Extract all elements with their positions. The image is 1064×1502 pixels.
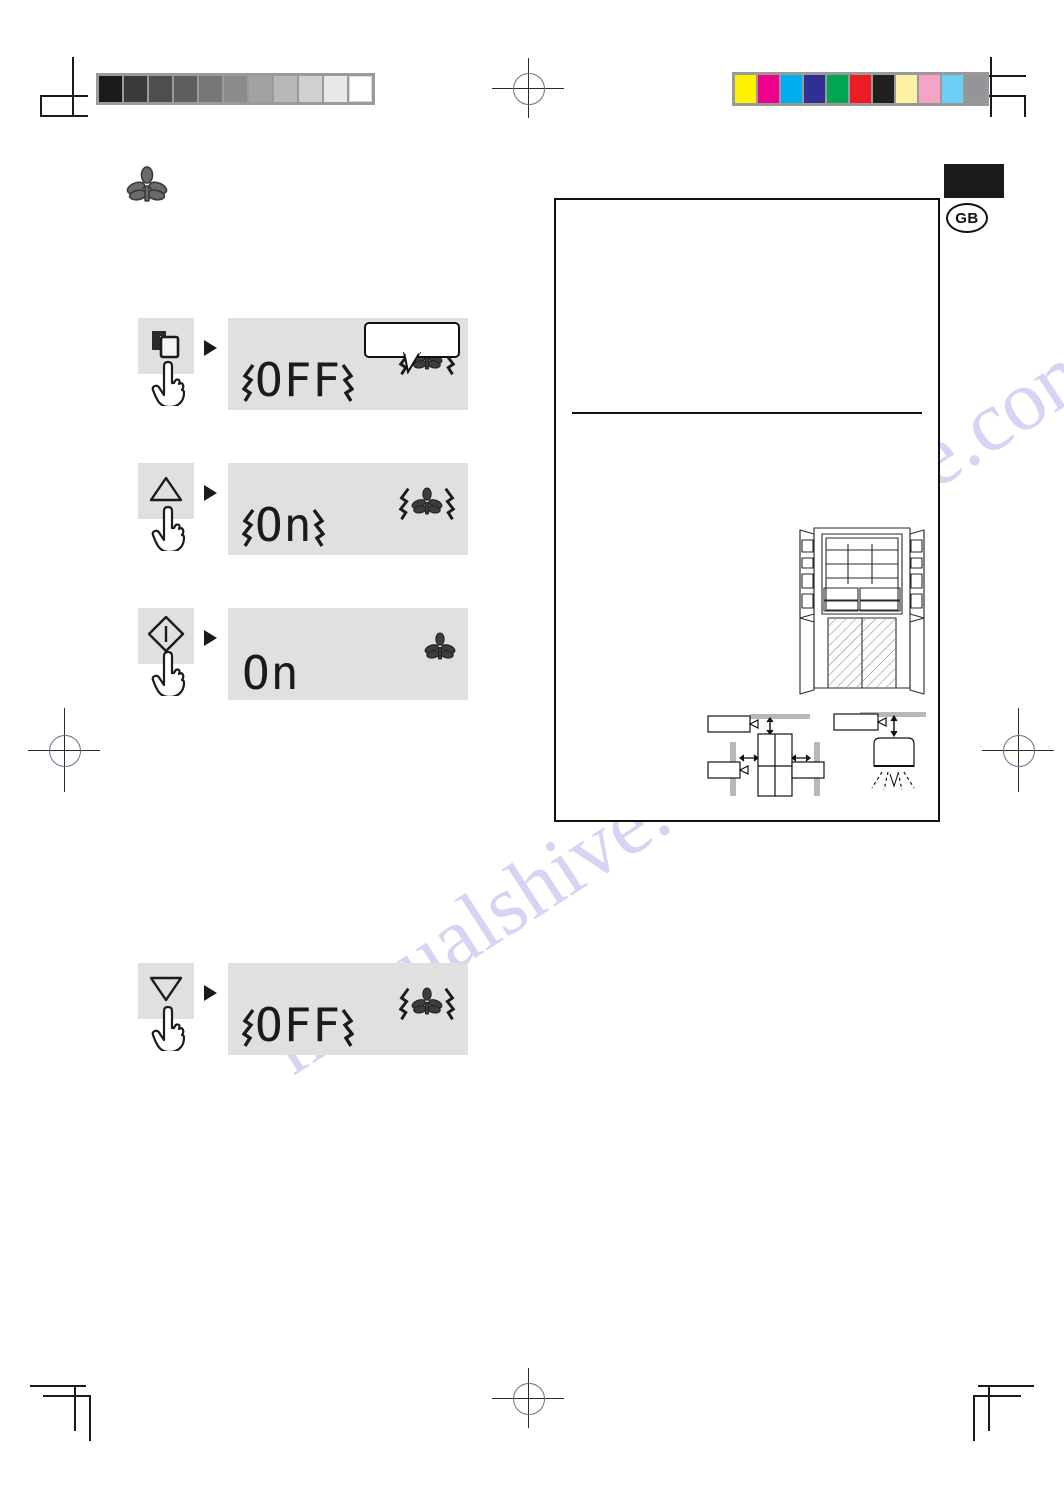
step-down-display-value: OFF (242, 1002, 355, 1052)
grayscale-swatch-9 (324, 76, 347, 102)
flash-bracket-right-icon (444, 988, 456, 1021)
step-up-status-icon (398, 487, 456, 521)
grayscale-swatch-6 (249, 76, 272, 102)
display-text: OFF (255, 997, 342, 1052)
color-swatch-0 (735, 75, 756, 103)
step-up: On (138, 463, 468, 563)
manual-page: manualshive.com manualshive.com (0, 0, 1064, 1502)
hand-pointer-icon (151, 505, 186, 554)
flash-bracket-right-icon (341, 1009, 355, 1047)
step-set-display-value: On (242, 650, 299, 696)
grayscale-density-strip (96, 73, 375, 105)
grayscale-swatch-1 (124, 76, 147, 102)
color-swatch-1 (758, 75, 779, 103)
hand-pointer-icon (151, 1005, 186, 1054)
flash-bracket-right-icon (444, 488, 456, 521)
flash-bracket-left-icon (398, 488, 410, 521)
section-leaf-icon (126, 166, 168, 209)
display-text: On (242, 646, 300, 700)
play-arrow-icon (204, 630, 217, 646)
grayscale-swatch-8 (299, 76, 322, 102)
info-panel (554, 198, 940, 822)
registration-mark-left (28, 708, 100, 792)
flash-bracket-right-icon (313, 509, 326, 547)
play-arrow-icon (204, 340, 217, 356)
step-mode: OFF (138, 318, 468, 418)
language-badge: GB (946, 203, 988, 233)
registration-mark-top (492, 58, 564, 118)
grayscale-swatch-4 (199, 76, 222, 102)
callout-text (366, 324, 458, 330)
step-down-status-icon (398, 987, 456, 1021)
color-swatch-8 (919, 75, 940, 103)
step-down: OFF (138, 963, 468, 1063)
step-set-status-icon (424, 632, 456, 666)
refrigerator-open-doors-diagram (788, 518, 936, 705)
flash-bracket-right-icon (341, 364, 355, 402)
step-up-display-value: On (242, 502, 326, 552)
flash-bracket-left-icon (242, 1009, 255, 1047)
callout-tail (402, 350, 424, 379)
hand-pointer-icon (148, 505, 192, 554)
color-swatch-6 (873, 75, 894, 103)
registration-mark-bottom (492, 1368, 564, 1428)
triangle-up-icon (149, 475, 183, 508)
grayscale-swatch-10 (349, 76, 372, 102)
black-density-patch (944, 164, 1004, 198)
color-swatch-9 (942, 75, 963, 103)
color-swatch-2 (781, 75, 802, 103)
triangle-down-icon (149, 975, 183, 1008)
step-up-display: On (228, 463, 468, 555)
hand-pointer-icon (151, 360, 186, 409)
step-down-display: OFF (228, 963, 468, 1055)
display-text: On (255, 497, 313, 552)
leaf-icon (411, 987, 443, 1021)
step-mode-display-value: OFF (242, 357, 355, 407)
hand-pointer-icon (148, 360, 192, 409)
step-set-display: On (228, 608, 468, 700)
flash-bracket-left-icon (398, 988, 410, 1021)
color-swatch-3 (804, 75, 825, 103)
leaf-icon (411, 487, 443, 521)
color-swatch-10 (965, 75, 986, 103)
display-text: OFF (255, 352, 342, 407)
color-swatch-7 (896, 75, 917, 103)
flash-bracket-left-icon (242, 509, 255, 547)
grayscale-swatch-2 (149, 76, 172, 102)
step-mode-display: OFF (228, 318, 468, 410)
flash-bracket-left-icon (242, 364, 255, 402)
play-arrow-icon (204, 485, 217, 501)
clearance-rear-diagram (832, 700, 928, 805)
grayscale-swatch-7 (274, 76, 297, 102)
panel-divider (572, 412, 922, 414)
color-density-strip (732, 72, 989, 106)
hand-pointer-icon (148, 650, 192, 699)
grayscale-swatch-3 (174, 76, 197, 102)
registration-mark-right (982, 708, 1054, 792)
hand-pointer-icon (148, 1005, 192, 1054)
leaf-icon (424, 632, 456, 666)
grayscale-swatch-5 (224, 76, 247, 102)
color-swatch-4 (827, 75, 848, 103)
color-swatch-5 (850, 75, 871, 103)
play-arrow-icon (204, 985, 217, 1001)
grayscale-swatch-0 (99, 76, 122, 102)
step-set: On (138, 608, 468, 708)
mode-copy-icon (149, 328, 183, 365)
hand-pointer-icon (151, 650, 186, 699)
clearance-top-side-diagram (706, 700, 826, 805)
